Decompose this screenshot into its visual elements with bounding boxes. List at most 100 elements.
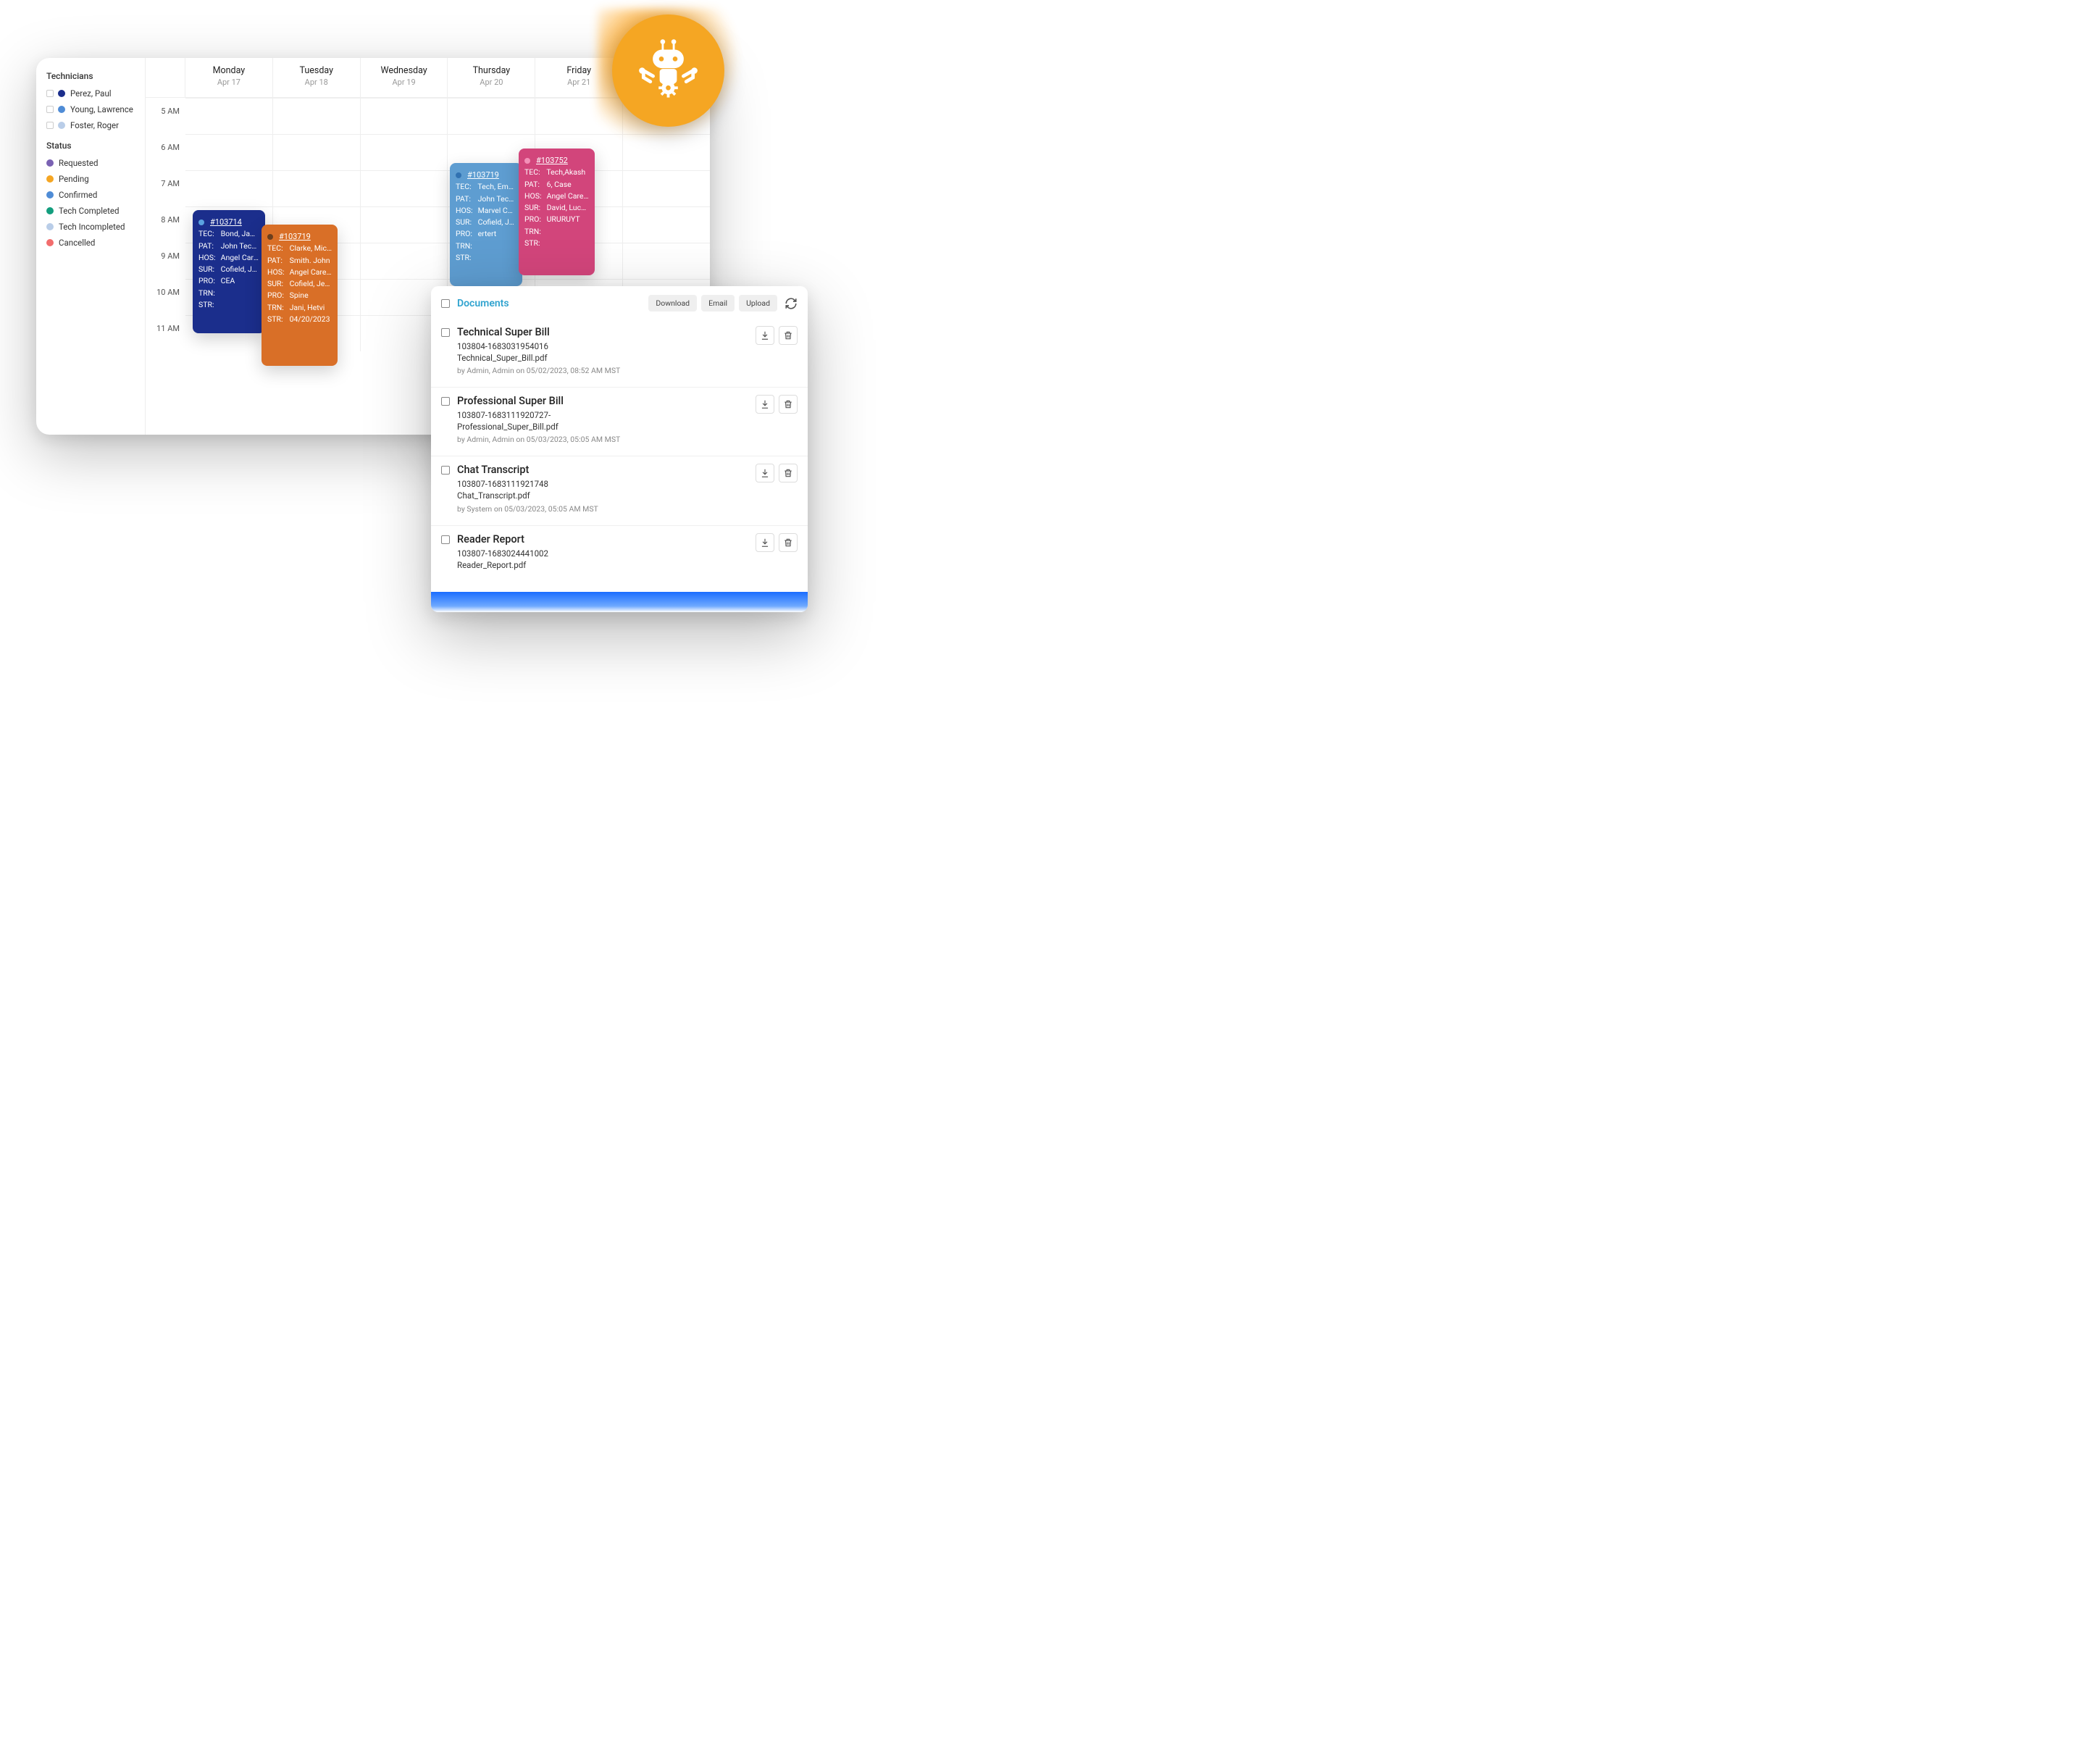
- document-item: Technical Super Bill 103804-168303195401…: [431, 319, 808, 387]
- event-field-label: STR:: [267, 314, 288, 325]
- day-column[interactable]: Wednesday Apr 19: [361, 58, 448, 97]
- event-field-value: Clarke, Mich…: [290, 243, 332, 253]
- day-column[interactable]: Monday Apr 17: [185, 58, 273, 97]
- event-field-value: Angel Care I…: [547, 191, 589, 201]
- sidebar: Technicians Perez, Paul Young, Lawrence …: [36, 58, 145, 435]
- time-cell[interactable]: [273, 134, 361, 170]
- refresh-icon[interactable]: [785, 297, 798, 310]
- technician-checkbox[interactable]: [46, 90, 54, 97]
- event-field-value: Smith. John: [290, 256, 330, 265]
- documents-panel: Documents Download Email Upload Technica…: [431, 286, 808, 612]
- status-color-dot: [46, 175, 54, 183]
- upload-button[interactable]: Upload: [739, 295, 777, 312]
- delete-icon[interactable]: [779, 464, 798, 482]
- document-title[interactable]: Technical Super Bill: [457, 326, 756, 338]
- event-id[interactable]: #103714: [210, 217, 242, 227]
- hour-label: 8 AM: [146, 206, 185, 243]
- time-cell[interactable]: [623, 134, 710, 170]
- hour-label: 7 AM: [146, 170, 185, 206]
- event-field-label: STR:: [456, 252, 476, 264]
- technician-checkbox[interactable]: [46, 122, 54, 129]
- time-cell[interactable]: [273, 170, 361, 206]
- event-field-value: Tech,Akash: [546, 167, 585, 177]
- documents-title: Documents: [457, 298, 644, 309]
- document-checkbox[interactable]: [441, 535, 450, 544]
- day-name: Friday: [535, 65, 622, 76]
- technician-item[interactable]: Young, Lawrence: [46, 104, 138, 114]
- status-label: Confirmed: [59, 190, 97, 200]
- day-column[interactable]: Friday Apr 21: [535, 58, 623, 97]
- time-cell[interactable]: [623, 243, 710, 279]
- calendar-event[interactable]: #103719TEC: Tech, EmmaPAT: John Tech, A……: [450, 163, 522, 286]
- event-field-label: PAT:: [524, 179, 545, 191]
- time-cell[interactable]: [185, 98, 273, 134]
- technician-label: Young, Lawrence: [70, 104, 133, 114]
- time-cell[interactable]: [185, 134, 273, 170]
- document-checkbox[interactable]: [441, 328, 450, 337]
- time-cell[interactable]: [361, 134, 448, 170]
- document-title[interactable]: Professional Super Bill: [457, 395, 756, 407]
- document-filename: 103807-1683111921748Chat_Transcript.pdf: [457, 478, 756, 501]
- download-icon[interactable]: [756, 395, 774, 414]
- calendar-event[interactable]: #103719TEC: Clarke, Mich…PAT: Smith. Joh…: [262, 225, 338, 366]
- day-column[interactable]: Tuesday Apr 18: [273, 58, 361, 97]
- time-cell[interactable]: [535, 98, 623, 134]
- download-icon[interactable]: [756, 464, 774, 482]
- status-item: Pending: [46, 174, 138, 184]
- time-cell[interactable]: [361, 243, 448, 279]
- technician-item[interactable]: Foster, Roger: [46, 120, 138, 130]
- hour-label: 6 AM: [146, 134, 185, 170]
- document-title[interactable]: Chat Transcript: [457, 464, 756, 476]
- day-date: Apr 21: [535, 78, 622, 87]
- event-field-value: Tech, Emma: [477, 182, 516, 191]
- calendar-event[interactable]: #103714TEC: Bond, JamesPAT: John Tech, A…: [193, 210, 265, 333]
- delete-icon[interactable]: [779, 395, 798, 414]
- download-icon[interactable]: [756, 533, 774, 552]
- event-id[interactable]: #103719: [279, 232, 311, 241]
- time-cell[interactable]: [361, 98, 448, 134]
- day-date: Apr 17: [185, 78, 272, 87]
- day-name: Wednesday: [361, 65, 448, 76]
- event-field-value: Cofield, Jeff…: [478, 217, 516, 227]
- event-field-value: 6, Case: [547, 180, 572, 189]
- event-field-value: Angel Care I…: [290, 267, 332, 277]
- document-title[interactable]: Reader Report: [457, 533, 756, 546]
- delete-icon[interactable]: [779, 326, 798, 345]
- document-checkbox[interactable]: [441, 466, 450, 475]
- status-label: Requested: [59, 158, 98, 168]
- time-cell[interactable]: [448, 98, 535, 134]
- calendar-event[interactable]: #103752TEC: Tech,AkashPAT: 6, CaseHOS: A…: [519, 149, 595, 275]
- event-field-label: STR:: [524, 238, 545, 249]
- time-cell[interactable]: [361, 170, 448, 206]
- delete-icon[interactable]: [779, 533, 798, 552]
- time-cell[interactable]: [273, 98, 361, 134]
- download-icon[interactable]: [756, 326, 774, 345]
- status-item: Confirmed: [46, 190, 138, 200]
- event-id[interactable]: #103719: [467, 170, 499, 180]
- status-label: Pending: [59, 174, 89, 184]
- time-cell[interactable]: [623, 206, 710, 243]
- document-checkbox[interactable]: [441, 397, 450, 406]
- event-id[interactable]: #103752: [536, 156, 568, 165]
- time-cell[interactable]: [185, 170, 273, 206]
- day-column[interactable]: Thursday Apr 20: [448, 58, 535, 97]
- technician-checkbox[interactable]: [46, 106, 54, 113]
- time-row: 6 AM: [146, 134, 710, 170]
- event-field-value: Marvel Care: [478, 206, 516, 215]
- status-item: Requested: [46, 158, 138, 168]
- document-item: Reader Report 103807-1683024441002Reader…: [431, 525, 808, 582]
- event-field-label: TEC:: [267, 243, 288, 254]
- time-cell[interactable]: [361, 206, 448, 243]
- event-field-label: HOS:: [456, 205, 476, 217]
- event-field-label: TEC:: [456, 181, 476, 193]
- select-all-checkbox[interactable]: [441, 299, 450, 308]
- email-button[interactable]: Email: [701, 295, 735, 312]
- technician-item[interactable]: Perez, Paul: [46, 88, 138, 99]
- status-item: Tech Completed: [46, 206, 138, 216]
- time-cell[interactable]: [623, 170, 710, 206]
- status-color-dot: [46, 207, 54, 214]
- event-field-label: PRO:: [267, 290, 288, 301]
- event-field-value: Jani, Hetvi: [290, 303, 325, 312]
- download-button[interactable]: Download: [648, 295, 697, 312]
- technician-color-dot: [58, 122, 65, 129]
